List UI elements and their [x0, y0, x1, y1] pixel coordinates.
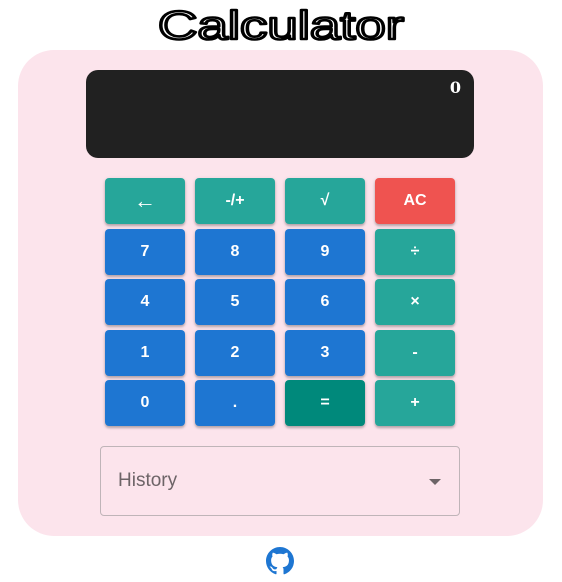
app-title-text: Calculator: [158, 4, 404, 44]
negate-button[interactable]: -/+: [195, 178, 275, 224]
backspace-button[interactable]: ←: [105, 178, 185, 224]
github-icon: [266, 547, 294, 575]
calculator-display: 0: [86, 70, 474, 158]
dropdown-arrow-icon: [429, 479, 441, 485]
history-label: History: [118, 470, 178, 491]
digit-3-button[interactable]: 3: [285, 329, 365, 376]
digit-0-button[interactable]: 0: [105, 380, 185, 426]
github-link[interactable]: [266, 547, 294, 575]
app-title-wordmark: Calculator: [157, 4, 406, 44]
add-button[interactable]: +: [375, 380, 455, 426]
multiply-button[interactable]: ×: [375, 279, 455, 325]
history-select[interactable]: History: [100, 446, 460, 516]
divide-button[interactable]: ÷: [375, 228, 455, 275]
digit-9-button[interactable]: 9: [285, 228, 365, 275]
digit-5-button[interactable]: 5: [195, 279, 275, 325]
square-root-button[interactable]: √: [285, 178, 365, 224]
equals-button[interactable]: =: [285, 380, 365, 426]
display-value: 0: [449, 78, 461, 97]
keypad: ← -/+ √ AC 7 8 9 ÷ 4 5 6 × 1 2 3 - 0 . =…: [105, 178, 455, 426]
decimal-point-button[interactable]: .: [195, 380, 275, 426]
digit-1-button[interactable]: 1: [105, 329, 185, 376]
all-clear-button[interactable]: AC: [375, 178, 455, 224]
digit-4-button[interactable]: 4: [105, 279, 185, 325]
subtract-button[interactable]: -: [375, 329, 455, 376]
digit-7-button[interactable]: 7: [105, 228, 185, 275]
digit-8-button[interactable]: 8: [195, 228, 275, 275]
app-title: Calculator: [0, 0, 562, 48]
digit-6-button[interactable]: 6: [285, 279, 365, 325]
digit-2-button[interactable]: 2: [195, 329, 275, 376]
